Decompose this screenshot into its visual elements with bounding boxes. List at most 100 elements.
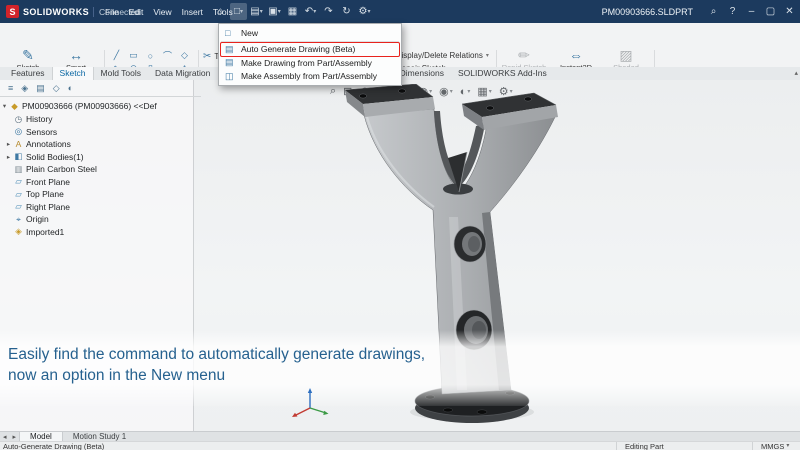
line-tool-icon[interactable]: ╱ [108, 49, 125, 62]
tree-item-label: Plain Carbon Steel [26, 164, 97, 174]
save-icon: ▣ [268, 6, 277, 17]
chevron-down-icon: ▾ [260, 8, 263, 15]
quick-access-toolbar: ⌂ □▾ ▤▾ ▣▾ ▦ ↶▾ ↷ ↻ ⚙▾ [212, 0, 373, 23]
menu-edit[interactable]: Edit [124, 7, 149, 17]
orientation-triad [290, 386, 330, 420]
menu-file[interactable]: File [100, 7, 124, 17]
imported-feature-icon: ◈ [13, 226, 24, 237]
maximize-button[interactable]: ▢ [762, 3, 779, 20]
redo-button[interactable]: ↷ [320, 3, 337, 20]
display-manager-tab-icon[interactable]: ◐ [68, 83, 73, 93]
solidworks-window: S SOLIDWORKS Connected File Edit View In… [0, 0, 800, 450]
rapid-sketch-icon: ✏ [518, 48, 530, 63]
configuration-manager-tab-icon[interactable]: ▤ [36, 83, 45, 94]
tree-item-label: Origin [26, 214, 49, 224]
new-document-button[interactable]: □▾ [230, 3, 247, 20]
property-manager-tab-icon[interactable]: ◈ [21, 83, 28, 94]
tree-item-right-plane[interactable]: ▱ Right Plane [0, 201, 206, 214]
home-icon[interactable]: ⌂ [212, 3, 229, 20]
options-button[interactable]: ⚙▾ [356, 3, 373, 20]
tree-item-label: Front Plane [26, 177, 70, 187]
rebuild-icon: ↻ [342, 6, 350, 17]
drawing-icon: ▤ [225, 44, 234, 55]
minimize-button[interactable]: – [743, 3, 760, 20]
material-icon: ▥ [13, 164, 24, 175]
save-button[interactable]: ▣▾ [266, 3, 283, 20]
tree-item-label: Annotations [26, 139, 71, 149]
logo-text: SOLIDWORKS [23, 7, 89, 17]
tree-item-solid-bodies[interactable]: ▸ ◧ Solid Bodies(1) [0, 151, 197, 164]
new-document-icon: □ [225, 28, 230, 38]
gear-icon: ⚙ [359, 6, 368, 17]
origin-icon: ⌖ [13, 214, 24, 225]
tree-item-label: Solid Bodies(1) [26, 152, 84, 162]
relations-label: Display/Delete Relations [396, 51, 483, 60]
part-icon: ◆ [9, 101, 20, 112]
tree-item-origin[interactable]: ⌖ Origin [0, 213, 206, 226]
menu-insert[interactable]: Insert [177, 7, 208, 17]
status-bar: Auto-Generate Drawing (Beta) Editing Par… [0, 441, 800, 450]
plane-icon: ▱ [13, 176, 24, 187]
tab-sketch[interactable]: Sketch [52, 67, 94, 80]
open-button[interactable]: ▤▾ [248, 3, 265, 20]
undo-button[interactable]: ↶▾ [302, 3, 319, 20]
polygon-tool-icon[interactable]: ◇ [176, 49, 193, 62]
menu-item-new[interactable]: □ New [219, 26, 401, 40]
circle-tool-icon[interactable]: ○ [142, 49, 159, 62]
chevron-down-icon: ▾ [240, 8, 243, 15]
plane-icon: ▱ [13, 201, 24, 212]
collapse-icon[interactable]: ▾ [0, 102, 9, 110]
feature-manager-tab-icon[interactable]: ≡ [8, 83, 13, 93]
chevron-down-icon: ▾ [486, 52, 489, 59]
tree-item-history[interactable]: ◷ History [0, 113, 206, 126]
redo-icon: ↷ [324, 6, 332, 17]
chevron-down-icon: ▾ [786, 442, 789, 450]
graphics-area[interactable]: ⌕ ⊡ ↶ ◧▾ ▣▾ ◍▾ ◉▾ ◐▾ ▦▾ ⚙▾ [0, 80, 800, 431]
sensors-icon: ◎ [13, 126, 24, 137]
chevron-down-icon: ▾ [313, 8, 316, 15]
drawing-icon: ▤ [225, 57, 234, 68]
tab-features[interactable]: Features [4, 67, 52, 80]
tree-root-item[interactable]: ▾ ◆ PM00903666 (PM00903666) <<Def [0, 100, 193, 113]
menu-item-make-assembly[interactable]: ◫ Make Assembly from Part/Assembly [219, 70, 401, 84]
tree-item-imported1[interactable]: ◈ Imported1 [0, 226, 206, 239]
dimxpert-manager-tab-icon[interactable]: ◇ [53, 83, 60, 94]
menu-item-label: New [241, 28, 258, 38]
instant2d-icon: ⇔ [569, 48, 583, 63]
tab-mold-tools[interactable]: Mold Tools [94, 67, 148, 80]
arc-tool-icon[interactable]: ⌒ [159, 49, 176, 62]
tree-item-material[interactable]: ▥ Plain Carbon Steel [0, 163, 206, 176]
search-icon[interactable]: ⌕ [705, 3, 722, 20]
help-icon[interactable]: ? [724, 3, 741, 20]
rebuild-button[interactable]: ↻ [338, 3, 355, 20]
print-button[interactable]: ▦ [284, 3, 301, 20]
menu-item-label: Auto Generate Drawing (Beta) [241, 44, 355, 54]
tree-root-label: PM00903666 (PM00903666) <<Def [22, 101, 157, 111]
collapse-ribbon-icon[interactable]: ▴ [794, 67, 798, 80]
tree-item-annotations[interactable]: ▸ A Annotations [0, 138, 197, 151]
expand-icon[interactable]: ▸ [4, 153, 13, 161]
tree-item-front-plane[interactable]: ▱ Front Plane [0, 176, 206, 189]
tab-solidworks-add-ins[interactable]: SOLIDWORKS Add-Ins [451, 67, 554, 80]
close-button[interactable]: ✕ [781, 3, 798, 20]
tree-item-sensors[interactable]: ◎ Sensors [0, 126, 206, 139]
sketch-icon: ✎ [22, 48, 34, 63]
solidworks-logo-icon: S [6, 5, 19, 18]
caption-line-1: Easily find the command to automatically… [8, 344, 425, 365]
expand-icon[interactable]: ▸ [4, 140, 13, 148]
menu-item-auto-generate-drawing[interactable]: ▤ Auto Generate Drawing (Beta) [219, 43, 401, 57]
menu-separator [221, 41, 399, 42]
tree-item-top-plane[interactable]: ▱ Top Plane [0, 188, 206, 201]
print-icon: ▦ [288, 6, 297, 17]
menu-item-make-drawing[interactable]: ▤ Make Drawing from Part/Assembly [219, 56, 401, 70]
tree-item-label: Sensors [26, 127, 57, 137]
units-selector[interactable]: MMGS ▾ [752, 442, 789, 450]
rectangle-tool-icon[interactable]: ▭ [125, 49, 142, 62]
caption-line-2: now an option in the New menu [8, 365, 425, 386]
tab-data-migration[interactable]: Data Migration [148, 67, 217, 80]
tree-item-label: Right Plane [26, 202, 70, 212]
caption-text: Easily find the command to automatically… [8, 344, 425, 386]
menu-view[interactable]: View [148, 7, 176, 17]
menu-item-label: Make Drawing from Part/Assembly [241, 58, 372, 68]
undo-icon: ↶ [305, 6, 313, 17]
